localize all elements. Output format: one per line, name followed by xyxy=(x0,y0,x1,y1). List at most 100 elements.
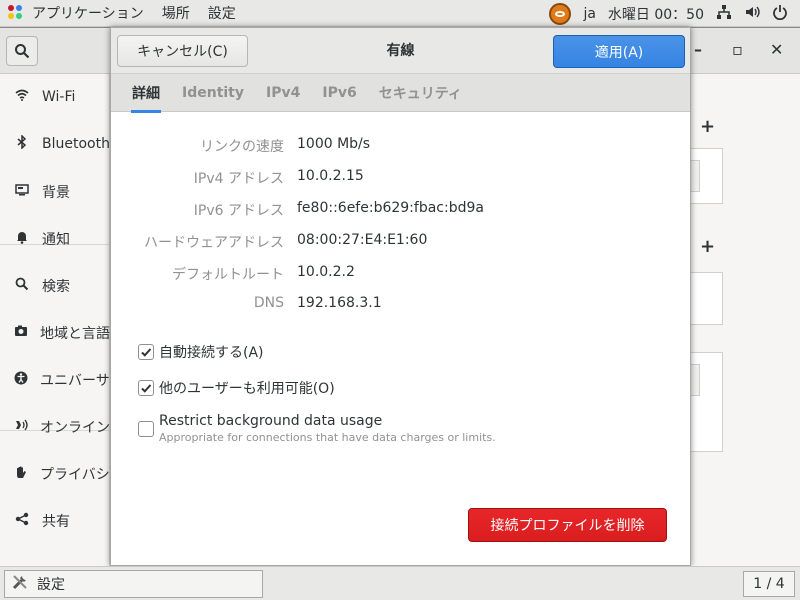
content-button-edge[interactable] xyxy=(690,364,700,396)
tab-details[interactable]: 詳細 xyxy=(121,74,171,113)
close-button[interactable]: ✕ xyxy=(770,40,783,59)
sidebar-item-label: Wi-Fi xyxy=(42,89,76,105)
region-icon xyxy=(14,325,28,341)
bottom-taskbar: 設定 1 / 4 xyxy=(0,566,800,600)
content-button-edge[interactable] xyxy=(690,160,700,192)
detail-label: IPv4 アドレス xyxy=(193,171,284,187)
checkmark-icon xyxy=(141,384,152,393)
workspace-switcher[interactable]: 1 / 4 xyxy=(743,571,795,597)
search-icon xyxy=(14,277,30,295)
settings-app-label: 設定 xyxy=(207,6,236,22)
apply-button[interactable]: 適用(A) xyxy=(553,35,685,68)
sidebar-item-label: 共有 xyxy=(42,514,70,530)
wired-connection-dialog: キャンセル(C) 有線 適用(A) 詳細 Identity IPv4 IPv6 … xyxy=(110,27,691,566)
sidebar-item-label: 地域と言語 xyxy=(40,326,110,342)
network-icon[interactable] xyxy=(716,4,732,24)
detail-value: 08:00:27:E4:E1:60 xyxy=(297,232,428,248)
detail-label: デフォルトルート xyxy=(172,267,284,283)
settings-sidebar: Wi-Fi Bluetooth 背景 通知 検索 地域と言語 ユニバーサ オンラ… xyxy=(0,74,110,566)
cancel-button[interactable]: キャンセル(C) xyxy=(117,35,248,67)
taskbar-window-label: 設定 xyxy=(37,577,65,593)
auto-connect-row[interactable]: 自動接続する(A) xyxy=(138,342,264,362)
tab-security[interactable]: セキュリティ xyxy=(368,74,473,112)
taskbar-window-settings[interactable]: 設定 xyxy=(4,570,263,598)
detail-value: 192.168.3.1 xyxy=(297,295,382,311)
detail-value: fe80::6efe:b629:fbac:bd9a xyxy=(297,200,484,216)
detail-row-hardware-address: ハードウェアアドレス 08:00:27:E4:E1:60 xyxy=(111,232,690,256)
add-plus-icon[interactable]: + xyxy=(700,236,715,257)
detail-value: 10.0.2.2 xyxy=(297,264,355,280)
settings-app-menu[interactable]: 設定 xyxy=(208,0,254,27)
share-icon xyxy=(14,512,30,530)
settings-content-edge: + + xyxy=(690,74,800,566)
checkmark-icon xyxy=(141,348,152,357)
search-icon xyxy=(15,44,30,59)
auto-connect-checkbox[interactable] xyxy=(138,344,154,360)
add-plus-icon[interactable]: + xyxy=(700,116,715,137)
online-accounts-icon xyxy=(14,418,28,436)
detail-row-dns: DNS 192.168.3.1 xyxy=(111,295,690,319)
privacy-hand-icon xyxy=(14,465,28,483)
places-menu[interactable]: 場所 xyxy=(162,0,208,27)
all-users-checkbox[interactable] xyxy=(138,380,154,396)
volume-icon[interactable] xyxy=(744,4,760,24)
sidebar-item-privacy[interactable]: プライバシー xyxy=(0,451,110,497)
sidebar-item-region[interactable]: 地域と言語 xyxy=(0,310,110,356)
dialog-header: キャンセル(C) 有線 適用(A) xyxy=(111,28,690,74)
search-button[interactable] xyxy=(6,36,38,66)
wifi-icon xyxy=(14,89,30,105)
top-bar: アプリケーション 場所 設定 ja 水曜日 00：50 xyxy=(0,0,800,27)
maximize-button[interactable]: ▫ xyxy=(732,40,743,59)
detail-label: DNS xyxy=(253,295,284,311)
dialog-tabs: 詳細 Identity IPv4 IPv6 セキュリティ xyxy=(111,74,690,113)
detail-value: 10.0.2.15 xyxy=(297,168,364,184)
sidebar-item-wifi[interactable]: Wi-Fi xyxy=(0,74,110,120)
bell-icon xyxy=(14,230,30,248)
detail-label: ハードウェアアドレス xyxy=(144,235,284,251)
power-icon[interactable] xyxy=(772,4,788,24)
all-users-label: 他のユーザーも利用可能(O) xyxy=(159,381,335,397)
tools-icon xyxy=(11,573,29,595)
bluetooth-icon xyxy=(14,134,30,153)
sidebar-item-notifications[interactable]: 通知 xyxy=(0,216,110,262)
sidebar-item-label: プライバシー xyxy=(40,467,110,483)
all-users-row[interactable]: 他のユーザーも利用可能(O) xyxy=(138,378,335,398)
applications-label: アプリケーション xyxy=(32,6,144,22)
sidebar-item-background[interactable]: 背景 xyxy=(0,169,110,215)
tab-ipv4[interactable]: IPv4 xyxy=(255,74,311,112)
sidebar-item-label: 検索 xyxy=(42,279,70,295)
detail-row-ipv6: IPv6 アドレス fe80::6efe:b629:fbac:bd9a xyxy=(111,200,690,224)
sidebar-item-label: 通知 xyxy=(42,232,70,248)
sidebar-item-label: 背景 xyxy=(42,185,70,201)
applications-menu[interactable]: アプリケーション xyxy=(0,0,162,27)
detail-row-link-speed: リンクの速度 1000 Mb/s xyxy=(111,136,690,160)
restrict-data-row[interactable]: Restrict background data usage Appropria… xyxy=(138,413,496,444)
places-label: 場所 xyxy=(161,6,190,22)
tab-identity[interactable]: Identity xyxy=(171,74,255,112)
sidebar-item-label: オンラインアカウント xyxy=(40,420,110,436)
sidebar-item-label: ユニバーサルアクセス xyxy=(40,373,110,389)
tab-ipv6[interactable]: IPv6 xyxy=(311,74,367,112)
detail-label: IPv6 アドレス xyxy=(193,203,284,219)
background-icon xyxy=(14,184,30,200)
sidebar-item-bluetooth[interactable]: Bluetooth xyxy=(0,121,110,167)
restrict-data-label: Restrict background data usage xyxy=(159,413,383,429)
detail-label: リンクの速度 xyxy=(200,139,284,155)
sidebar-item-online-accounts[interactable]: オンラインアカウント xyxy=(0,404,110,450)
detail-row-default-route: デフォルトルート 10.0.2.2 xyxy=(111,264,690,288)
sidebar-item-sharing[interactable]: 共有 xyxy=(0,498,110,544)
sidebar-item-label: Bluetooth xyxy=(42,136,110,152)
detail-value: 1000 Mb/s xyxy=(297,136,371,152)
delete-profile-button[interactable]: 接続プロファイルを削除 xyxy=(468,508,667,542)
clock[interactable]: 水曜日 00：50 xyxy=(608,4,704,24)
minimize-button[interactable]: – xyxy=(694,40,702,59)
status-indicator-icon[interactable] xyxy=(549,2,572,25)
accessibility-icon xyxy=(14,371,28,389)
restrict-data-checkbox[interactable] xyxy=(138,421,154,437)
restrict-data-sublabel: Appropriate for connections that have da… xyxy=(159,431,496,444)
content-frame xyxy=(690,272,723,325)
sidebar-item-search[interactable]: 検索 xyxy=(0,263,110,309)
sidebar-item-universal-access[interactable]: ユニバーサルアクセス xyxy=(0,357,110,403)
input-method-indicator[interactable]: ja xyxy=(583,6,595,22)
detail-row-ipv4: IPv4 アドレス 10.0.2.15 xyxy=(111,168,690,192)
